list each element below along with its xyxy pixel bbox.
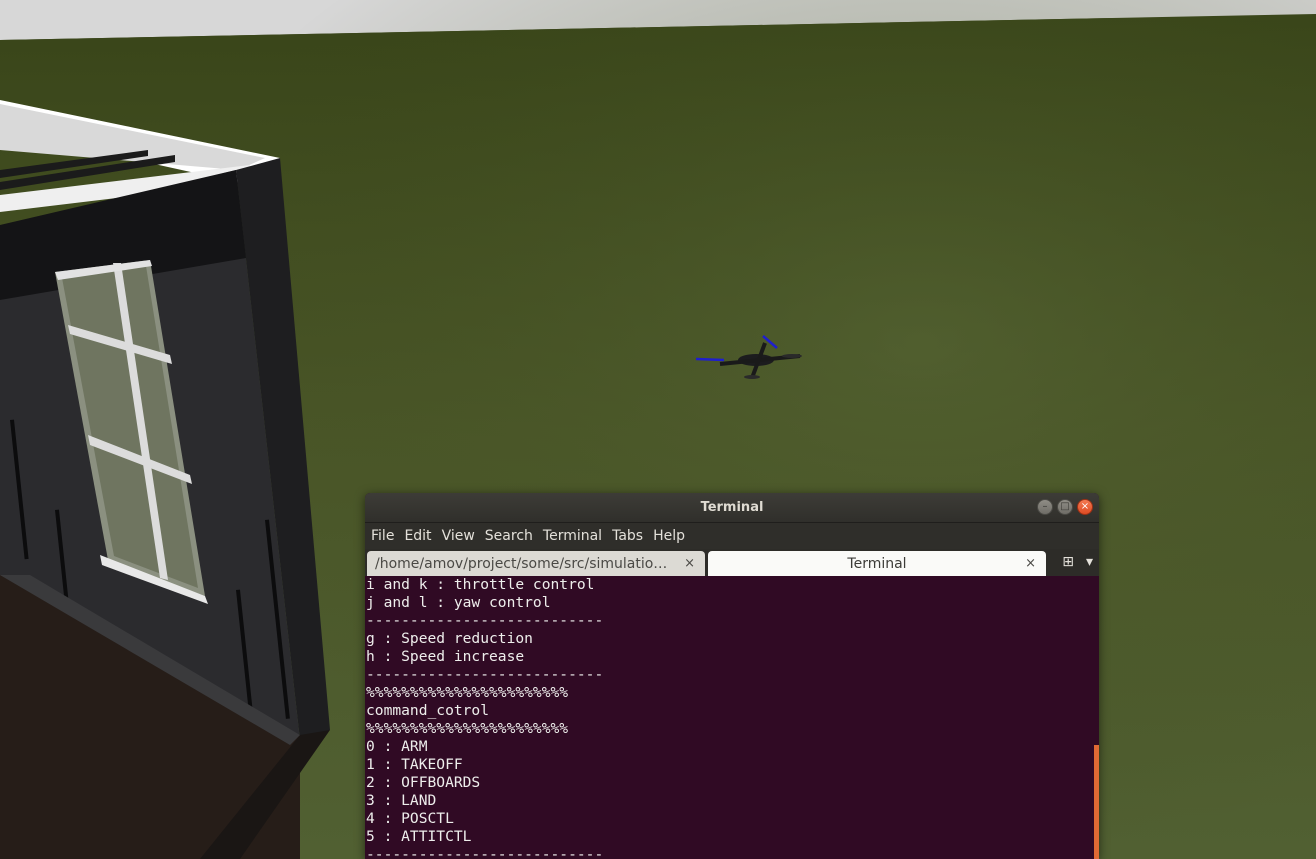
close-icon: ×	[1080, 501, 1090, 512]
menu-file[interactable]: File	[369, 528, 402, 544]
tab-bar: /home/amov/project/some/src/simulatio… ×…	[365, 549, 1099, 576]
house-model	[0, 100, 330, 859]
output-line: g : Speed reduction	[366, 630, 533, 647]
close-window-button[interactable]: ×	[1077, 499, 1093, 515]
window-title: Terminal	[700, 500, 764, 515]
tab-dropdown-icon[interactable]: ▾	[1086, 554, 1093, 570]
tab-terminal[interactable]: Terminal ×	[708, 551, 1046, 576]
output-line: %%%%%%%%%%%%%%%%%%%%%%%	[366, 684, 569, 701]
maximize-icon: □	[1060, 501, 1070, 512]
menu-terminal[interactable]: Terminal	[541, 528, 610, 544]
tab-close-icon[interactable]: ×	[1025, 556, 1036, 571]
tab-simulation[interactable]: /home/amov/project/some/src/simulatio… ×	[367, 551, 705, 576]
tab-close-icon[interactable]: ×	[684, 556, 695, 571]
menu-edit[interactable]: Edit	[402, 528, 439, 544]
output-line: i and k : throttle control	[366, 576, 595, 593]
output-line: 5 : ATTITCTL	[366, 828, 472, 845]
output-line: h : Speed increase	[366, 648, 525, 665]
menu-bar: File Edit View Search Terminal Tabs Help	[365, 523, 1099, 549]
output-line: 0 : ARM	[366, 738, 428, 755]
output-line: ---------------------------	[366, 846, 604, 859]
output-line: ---------------------------	[366, 612, 604, 629]
output-line: 1 : TAKEOFF	[366, 756, 463, 773]
scrollbar[interactable]	[1094, 745, 1099, 859]
output-line: command_cotrol	[366, 702, 490, 719]
window-titlebar[interactable]: Terminal – □ ×	[365, 493, 1099, 523]
output-line: 2 : OFFBOARDS	[366, 774, 481, 791]
output-line: 3 : LAND	[366, 792, 437, 809]
menu-view[interactable]: View	[440, 528, 483, 544]
maximize-button[interactable]: □	[1057, 499, 1073, 515]
output-line: 4 : POSCTL	[366, 810, 454, 827]
output-line: %%%%%%%%%%%%%%%%%%%%%%%	[366, 720, 569, 737]
menu-search[interactable]: Search	[483, 528, 541, 544]
output-line: j and l : yaw control	[366, 594, 551, 611]
tab-label: /home/amov/project/some/src/simulatio…	[375, 555, 668, 572]
menu-help[interactable]: Help	[651, 528, 693, 544]
new-tab-icon[interactable]: ⊞	[1062, 554, 1074, 570]
minimize-icon: –	[1042, 501, 1048, 512]
terminal-output[interactable]: i and k : throttle control j and l : yaw …	[365, 575, 1099, 859]
menu-tabs[interactable]: Tabs	[610, 528, 651, 544]
terminal-window[interactable]: Terminal – □ × File Edit View Search Ter…	[365, 493, 1099, 859]
output-line: ---------------------------	[366, 666, 604, 683]
minimize-button[interactable]: –	[1037, 499, 1053, 515]
tab-label: Terminal	[847, 555, 907, 572]
